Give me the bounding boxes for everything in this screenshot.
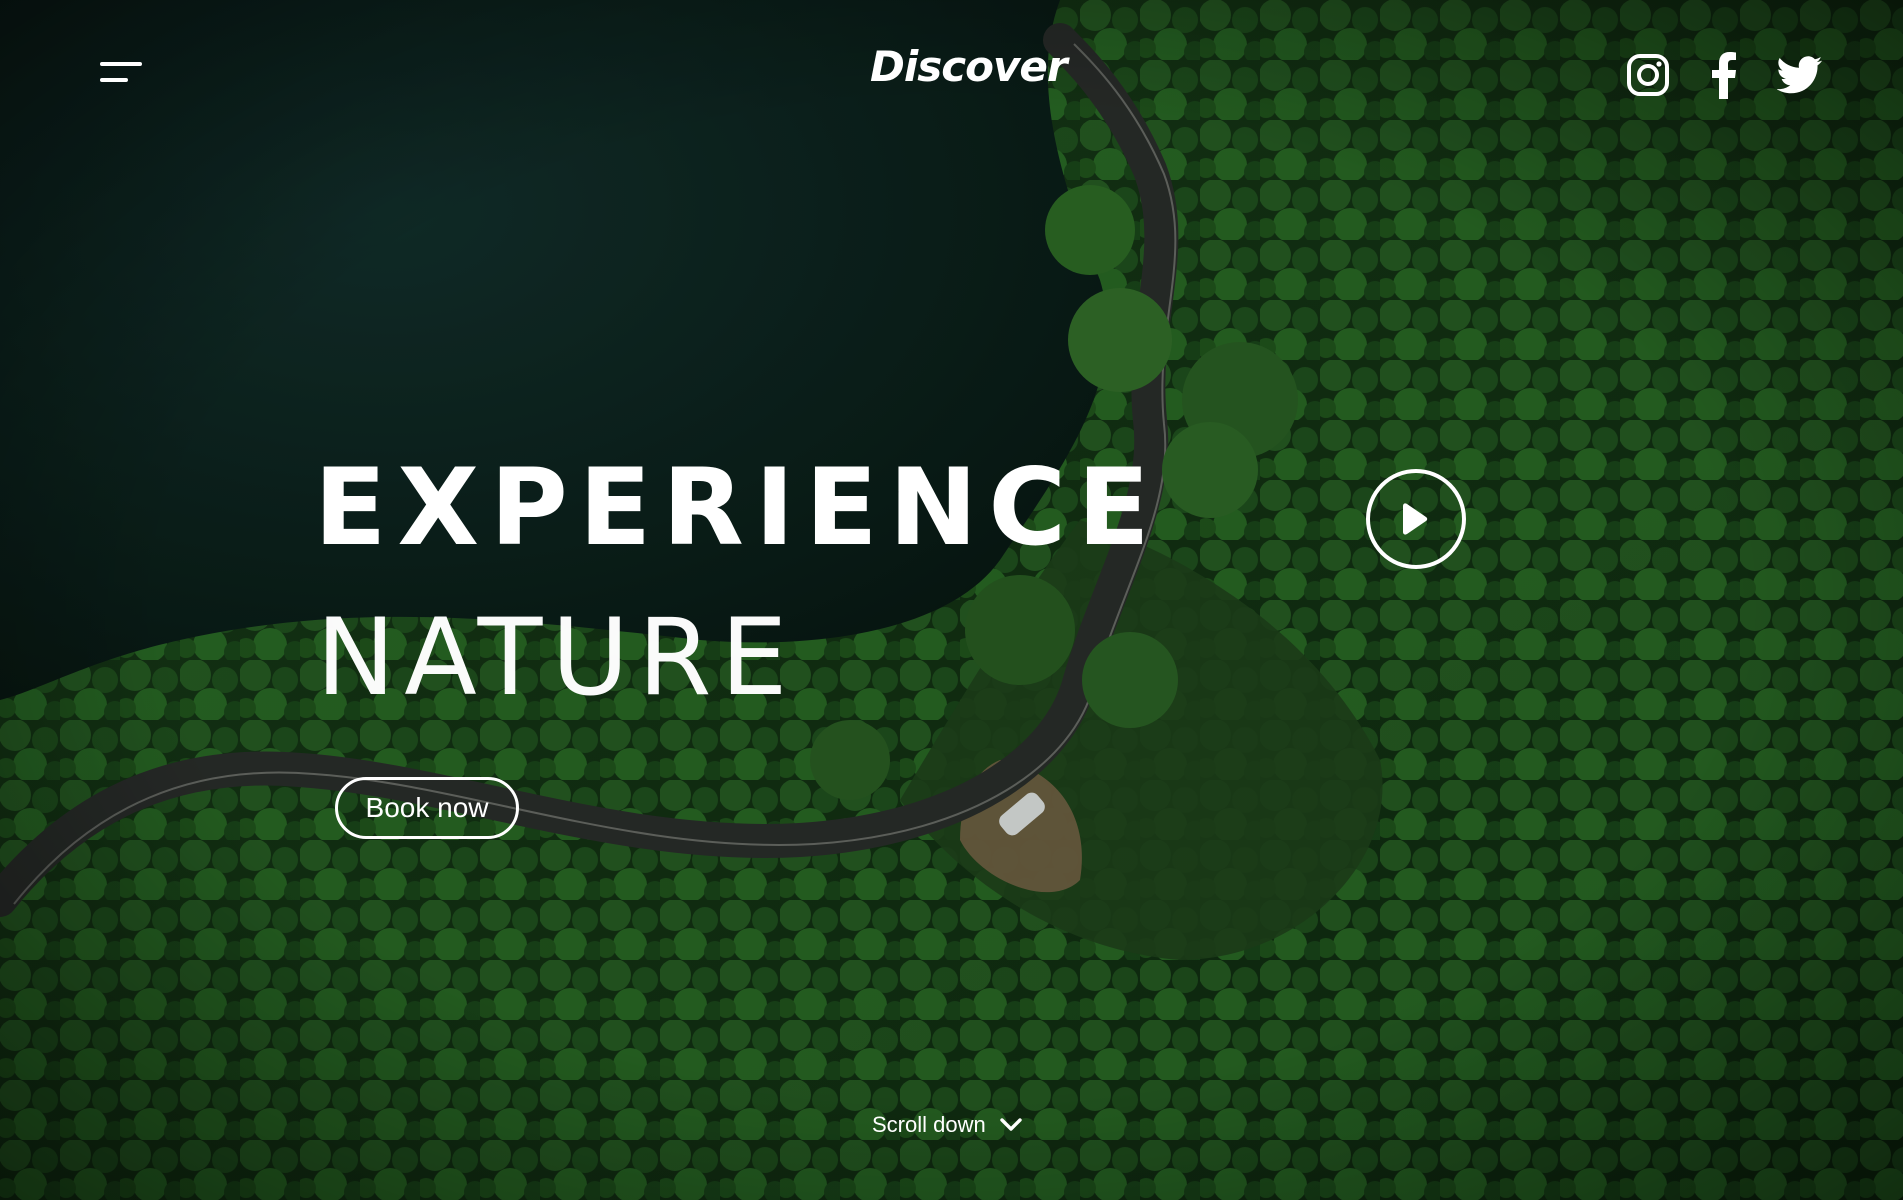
hero-headline-line2: NATURE <box>316 596 797 719</box>
book-now-button[interactable]: Book now <box>335 777 519 839</box>
scroll-down-link[interactable]: Scroll down <box>872 1112 1022 1138</box>
social-links <box>1625 52 1823 99</box>
instagram-icon <box>1627 54 1669 96</box>
play-video-button[interactable] <box>1366 469 1466 569</box>
menu-button[interactable] <box>100 60 144 88</box>
twitter-icon <box>1777 56 1823 94</box>
twitter-link[interactable] <box>1777 52 1823 98</box>
scroll-down-label: Scroll down <box>872 1112 986 1137</box>
chevron-down-icon <box>1000 1118 1022 1131</box>
facebook-link[interactable] <box>1701 52 1747 99</box>
menu-icon-line <box>100 62 142 66</box>
facebook-icon <box>1712 52 1736 99</box>
menu-icon-line <box>100 78 128 82</box>
play-icon <box>1403 503 1428 535</box>
hero-section: Discover EXPERIENCE NATURE Book now Scro… <box>0 0 1903 1200</box>
hero-background-image <box>0 0 1903 1200</box>
logo[interactable]: Discover <box>870 42 1068 91</box>
instagram-link[interactable] <box>1625 52 1671 98</box>
hero-headline-line1: EXPERIENCE <box>314 446 1161 569</box>
